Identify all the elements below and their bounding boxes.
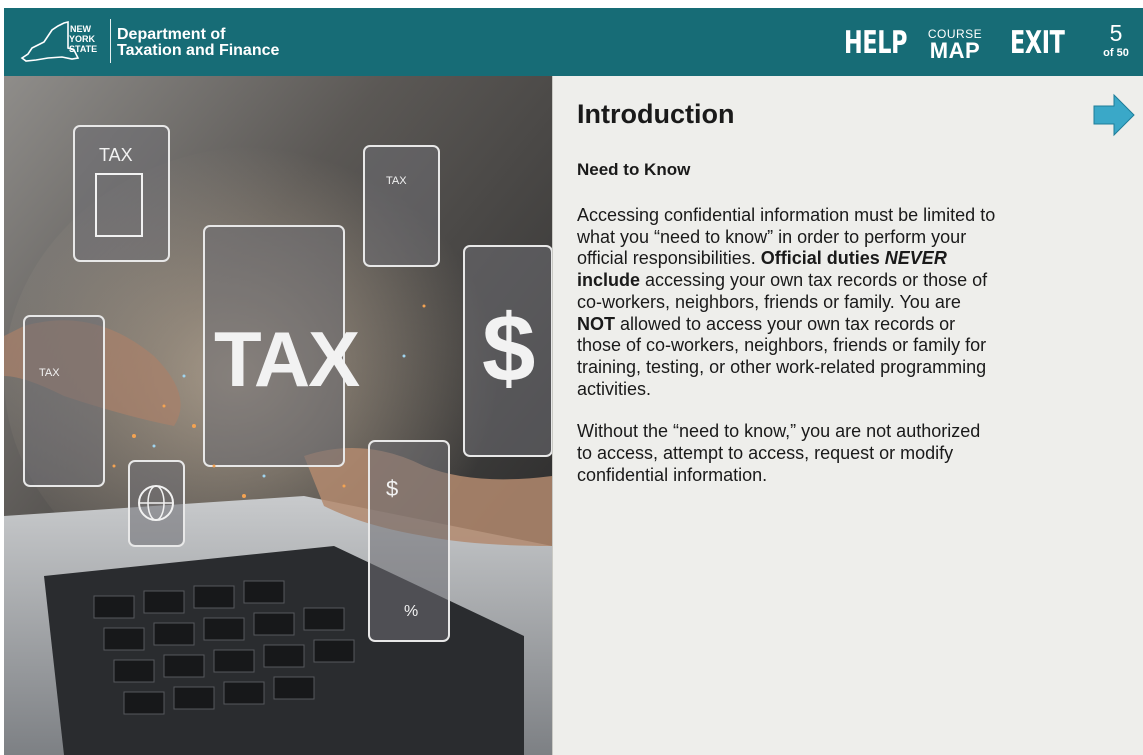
card-percent: % (404, 603, 418, 620)
help-button[interactable]: HELP (844, 26, 907, 60)
body-text: Accessing confidential information must … (577, 205, 997, 507)
tax-laptop-illustration: TAX TAX TAX TAX $ $ % (4, 76, 552, 755)
course-slide: NEW YORK STATE Department of Taxation an… (0, 0, 1143, 755)
logo-line-york: YORK (69, 34, 96, 44)
course-map-button[interactable]: COURSE MAP (922, 28, 988, 62)
content-pane: Introduction Need to Know Accessing conf… (552, 76, 1143, 755)
paragraph-1-bold-italic: NEVER (884, 248, 947, 269)
paragraph-1-bold-a: Official duties (760, 248, 885, 269)
nys-state-outline-icon: NEW YORK STATE (20, 20, 97, 62)
logo-line-new: NEW (70, 24, 92, 34)
paragraph-1-text-c: allowed to access your own tax records o… (577, 313, 987, 399)
page-number: 5 (1109, 20, 1123, 46)
next-arrow-icon (1093, 93, 1135, 137)
next-button[interactable] (1092, 93, 1136, 137)
paragraph-authorization: Without the “need to know,” you are not … (577, 421, 981, 485)
nys-logo: NEW YORK STATE (18, 18, 100, 66)
page-total: of 50 (1103, 47, 1129, 59)
card-tax-label-3: TAX (39, 367, 60, 379)
card-tax-label-big: TAX (214, 315, 360, 403)
department-line-2: Taxation and Finance (117, 42, 280, 59)
course-map-label: MAP (929, 38, 981, 63)
page-title: Introduction (577, 99, 735, 129)
card-tax-label-2: TAX (386, 175, 407, 187)
department-name: Department of Taxation and Finance (117, 27, 279, 59)
hero-image: TAX TAX TAX TAX $ $ % (4, 76, 552, 755)
logo-line-state: STATE (69, 44, 97, 54)
department-line-1: Department of (117, 26, 226, 43)
card-tax-label-1: TAX (99, 145, 133, 165)
section-subtitle: Need to Know (577, 160, 691, 179)
paragraph-1-bold-not: NOT (577, 313, 615, 334)
header-divider (110, 19, 111, 63)
card-dollar-small: $ (386, 476, 398, 501)
paragraph-need-to-know: Accessing confidential information must … (577, 205, 997, 400)
paragraph-1-bold-b: include (577, 270, 641, 291)
card-dollar-big: $ (482, 295, 535, 402)
exit-button[interactable]: EXIT (1010, 26, 1065, 60)
page-counter: 5 of 50 (1096, 20, 1136, 60)
header-bar: NEW YORK STATE Department of Taxation an… (4, 8, 1143, 76)
